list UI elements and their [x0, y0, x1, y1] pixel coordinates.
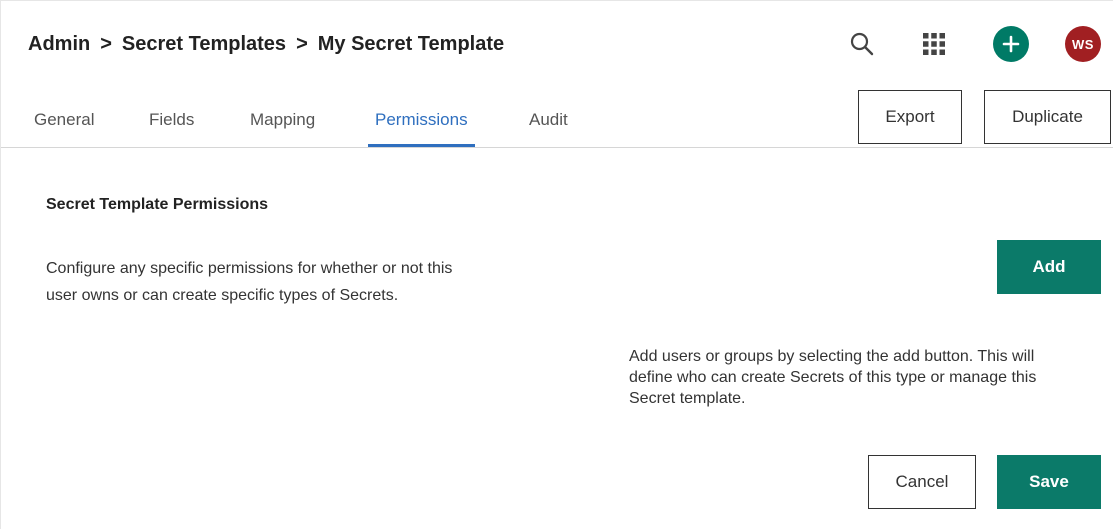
apps-button[interactable]: [917, 27, 951, 61]
breadcrumb-item-current: My Secret Template: [317, 32, 505, 55]
export-button[interactable]: Export: [858, 90, 962, 144]
add-permission-button[interactable]: Add: [997, 240, 1101, 294]
tab-audit[interactable]: Audit: [529, 101, 568, 147]
search-icon: [850, 32, 874, 56]
breadcrumb-item-secret-templates[interactable]: Secret Templates: [122, 33, 286, 56]
permissions-description: Configure any specific permissions for w…: [46, 260, 453, 304]
header-divider: [1, 147, 1113, 148]
page-header: Admin > Secret Templates > My Secret Tem…: [1, 1, 1113, 148]
search-button[interactable]: [845, 27, 879, 61]
page: Admin > Secret Templates > My Secret Tem…: [0, 0, 1113, 529]
empty-state-helper-text: Add users or groups by selecting the add…: [629, 348, 1037, 407]
breadcrumb: Admin > Secret Templates > My Secret Tem…: [28, 31, 504, 57]
cancel-button[interactable]: Cancel: [868, 455, 976, 509]
section-title: Secret Template Permissions: [46, 196, 269, 213]
plus-icon: [1002, 35, 1020, 53]
breadcrumb-separator: >: [100, 32, 112, 55]
breadcrumb-item-admin[interactable]: Admin: [28, 33, 90, 56]
tab-mapping[interactable]: Mapping: [250, 101, 315, 147]
save-button[interactable]: Save: [997, 455, 1101, 509]
grid-icon: [923, 33, 945, 55]
create-new-button[interactable]: [993, 26, 1029, 62]
tab-general[interactable]: General: [34, 101, 94, 147]
duplicate-button[interactable]: Duplicate: [984, 90, 1111, 144]
tab-permissions[interactable]: Permissions: [368, 101, 475, 147]
breadcrumb-separator: >: [296, 32, 308, 55]
tab-fields[interactable]: Fields: [149, 101, 194, 147]
user-avatar[interactable]: WS: [1065, 26, 1101, 62]
